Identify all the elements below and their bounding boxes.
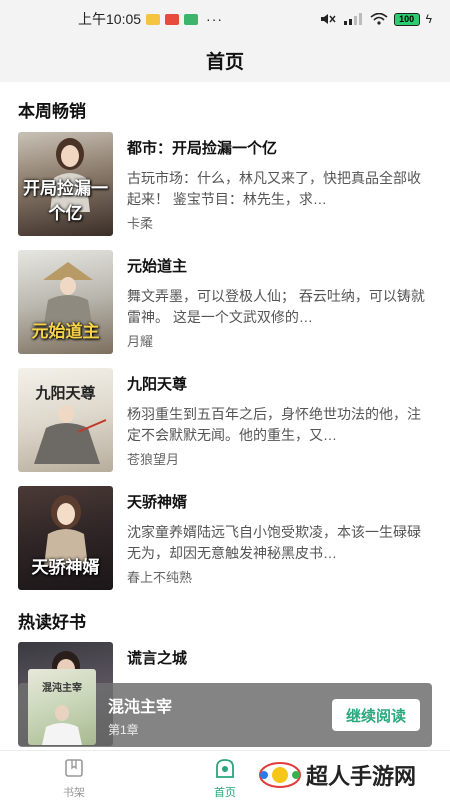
tab-home[interactable]: 首页	[195, 757, 255, 800]
battery-icon: 100	[393, 12, 420, 26]
book-description: 杨羽重生到五百年之后，身怀绝世功法的他，注定不会默默无闻。他的重生，又…	[127, 406, 421, 443]
book-title: 都市：开局捡漏一个亿	[127, 140, 278, 157]
watermark-text: 超人手游网	[306, 765, 417, 790]
status-time: 上午10:05	[78, 11, 142, 27]
book-info: 都市：开局捡漏一个亿 古玩市场：什么，林凡又来了，快把真品全部收起来！ 鉴宝节目…	[127, 132, 432, 236]
book-item[interactable]: 开局捡漏一个亿 都市：开局捡漏一个亿 古玩市场：什么，林凡又来了，快把真品全部收…	[18, 132, 432, 236]
notification-icon	[146, 13, 161, 25]
book-title: 九阳天尊	[127, 376, 188, 393]
book-item[interactable]: 九阳天尊 九阳天尊 杨羽重生到五百年之后，身怀绝世功法的他，注定不会默默无闻。他…	[18, 368, 432, 472]
more-notifications-icon: ···	[206, 11, 224, 27]
book-description: 舞文弄墨，可以登极人仙； 吞云吐纳，可以铸就雷神。 这是一个文武双修的…	[127, 288, 425, 325]
book-info: 元始道主 舞文弄墨，可以登极人仙； 吞云吐纳，可以铸就雷神。 这是一个文武双修的…	[127, 250, 432, 354]
book-cover: 天骄神婿	[18, 486, 113, 590]
cover-title: 元始道主	[31, 322, 100, 342]
home-icon	[216, 759, 234, 778]
book-title: 天骄神婿	[127, 494, 188, 511]
book-description: 古玩市场：什么，林凡又来了，快把真品全部收起来！ 鉴宝节目：林先生，求…	[127, 170, 421, 207]
signal-icon	[343, 13, 362, 25]
tab-label: 首页	[214, 787, 236, 799]
cover-figure-icon	[42, 705, 82, 745]
page-title: 首页	[205, 51, 244, 73]
book-author: 卡柔	[127, 216, 154, 231]
book-author: 月耀	[127, 334, 154, 349]
book-cover: 元始道主	[18, 250, 113, 354]
wifi-icon	[370, 13, 388, 25]
cover-title: 九阳天尊	[35, 384, 96, 402]
notification-icon	[184, 13, 199, 25]
status-icons: 100 ϟ	[320, 12, 432, 26]
book-info: 九阳天尊 杨羽重生到五百年之后，身怀绝世功法的他，注定不会默默无闻。他的重生，又…	[127, 368, 432, 472]
continue-reading-button[interactable]: 继续阅读	[331, 699, 420, 731]
cover-title: 天骄神婿	[31, 558, 100, 578]
notification-icon	[165, 13, 180, 25]
tab-bookshelf[interactable]: 书架	[44, 757, 104, 800]
book-item[interactable]: 元始道主 元始道主 舞文弄墨，可以登极人仙； 吞云吐纳，可以铸就雷神。 这是一个…	[18, 250, 432, 354]
continue-reading-bar[interactable]: 混沌主宰 混沌主宰 第1章 继续阅读	[18, 669, 432, 747]
section-title-hot: 热读好书	[18, 613, 86, 632]
book-author: 春上不纯熟	[127, 570, 193, 585]
book-item[interactable]: 天骄神婿 天骄神婿 沈家童养婿陆远飞自小饱受欺凌，本该一生碌碌无为，却因无意触发…	[18, 486, 432, 590]
mini-info: 混沌主宰 第1章	[108, 693, 172, 738]
watermark-logo-icon	[259, 762, 301, 788]
book-title: 谎言之城	[127, 650, 188, 667]
charging-icon: ϟ	[425, 12, 432, 26]
tab-label: 书架	[63, 787, 85, 799]
watermark: 超人手游网	[258, 754, 448, 796]
book-title: 元始道主	[127, 258, 188, 275]
book-description: 沈家童养婿陆远飞自小饱受欺凌，本该一生碌碌无为，却因无意触发神秘黑皮书…	[127, 524, 421, 561]
status-bar: 上午10:05 ··· 100 ϟ	[0, 0, 450, 38]
mini-book-cover: 混沌主宰	[28, 669, 96, 745]
book-cover: 开局捡漏一个亿	[18, 132, 113, 236]
mini-chapter: 第1章	[108, 722, 139, 737]
section-title-weekly: 本周畅销	[18, 102, 86, 121]
mute-icon	[320, 14, 336, 24]
bookshelf-icon	[65, 759, 83, 777]
header: 首页	[0, 38, 450, 82]
mini-book-title: 混沌主宰	[108, 698, 173, 716]
book-info: 天骄神婿 沈家童养婿陆远飞自小饱受欺凌，本该一生碌碌无为，却因无意触发神秘黑皮书…	[127, 486, 432, 590]
cover-title: 开局捡漏一个亿	[23, 179, 108, 224]
book-cover: 九阳天尊	[18, 368, 113, 472]
book-author: 苍狼望月	[127, 452, 180, 467]
